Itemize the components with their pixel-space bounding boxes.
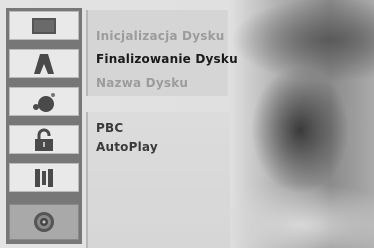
menu-item-pbc[interactable]: PBC — [96, 121, 123, 135]
sidebar-item-lock[interactable] — [9, 125, 79, 154]
record-a-icon — [34, 53, 54, 74]
speaker-sound-icon — [33, 92, 55, 112]
sidebar-item-general[interactable] — [9, 11, 79, 40]
menu-item-disc-name[interactable]: Nazwa Dysku — [96, 76, 188, 90]
sidebar-item-audio[interactable] — [9, 87, 79, 116]
padlock-icon — [35, 128, 53, 151]
sidebar-item-recording[interactable] — [9, 49, 79, 78]
menu-item-disc-finalize[interactable]: Finalizowanie Dysku — [96, 52, 238, 66]
film-strip-icon — [35, 168, 53, 187]
sidebar-item-edit[interactable] — [9, 163, 79, 192]
sidebar-item-disc[interactable] — [9, 204, 79, 240]
disc-icon — [34, 212, 54, 232]
menu-item-disc-initialize[interactable]: Inicjalizacja Dysku — [96, 29, 225, 43]
menu-item-autoplay[interactable]: AutoPlay — [96, 140, 158, 154]
disc-square-icon — [32, 17, 56, 34]
settings-sidebar — [6, 8, 82, 244]
